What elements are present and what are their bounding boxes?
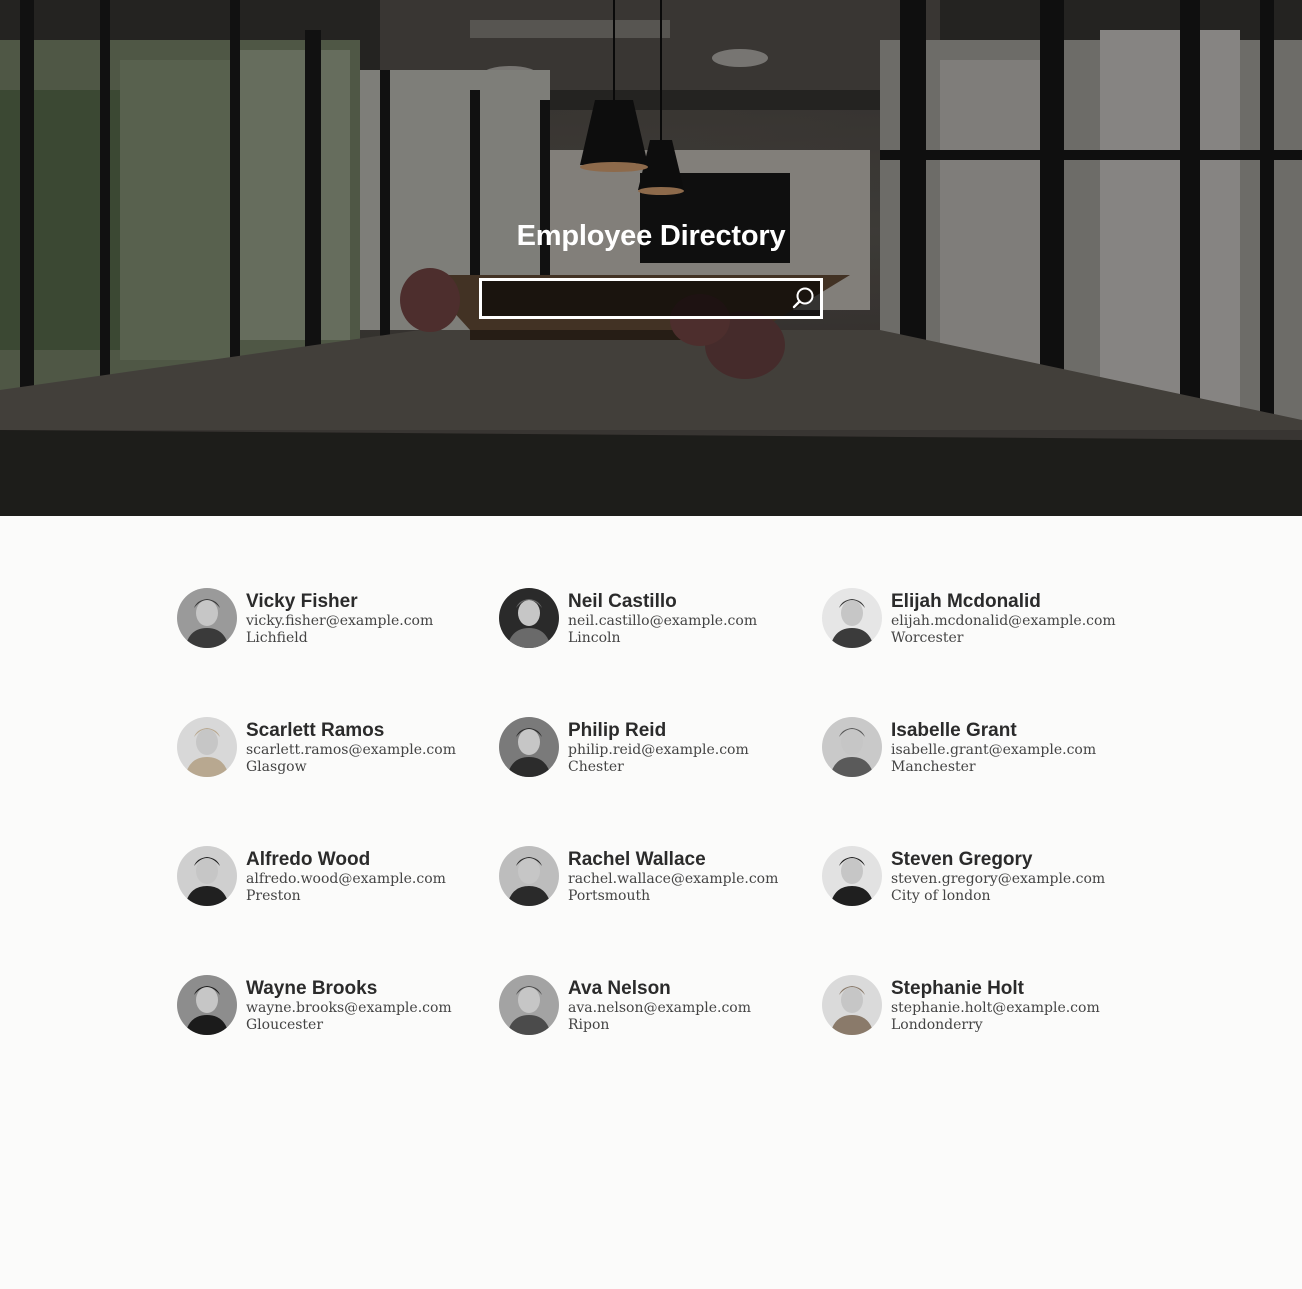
employee-city: Preston <box>246 888 301 904</box>
employee-card[interactable]: Alfredo Wood alfredo.wood@example.com Pres… <box>177 845 499 974</box>
avatar <box>177 846 237 906</box>
employee-card[interactable]: Isabelle Grant isabelle.grant@example.com… <box>822 716 1137 845</box>
employee-name: Wayne Brooks <box>246 978 378 999</box>
employee-info: Elijah Mcdonalid elijah.mcdonalid@example… <box>891 587 1116 647</box>
search-bar[interactable] <box>479 278 823 319</box>
avatar <box>822 846 882 906</box>
employee-email: stephanie.holt@example.com <box>891 1000 1100 1016</box>
employee-info: Scarlett Ramos scarlett.ramos@example.com… <box>246 716 456 776</box>
employee-card[interactable]: Ava Nelson ava.nelson@example.com Ripon <box>499 974 822 1103</box>
employee-info: Stephanie Holt stephanie.holt@example.com… <box>891 974 1100 1034</box>
employee-card[interactable]: Steven Gregory steven.gregory@example.com… <box>822 845 1137 974</box>
avatar <box>499 975 559 1035</box>
employee-email: neil.castillo@example.com <box>568 613 758 629</box>
employee-info: Rachel Wallace rachel.wallace@example.com… <box>568 845 778 905</box>
employee-email: elijah.mcdonalid@example.com <box>891 613 1116 629</box>
employee-city: Ripon <box>568 1017 610 1033</box>
employee-card[interactable]: Philip Reid philip.reid@example.com Cheste… <box>499 716 822 845</box>
employee-info: Steven Gregory steven.gregory@example.com… <box>891 845 1105 905</box>
employee-name: Vicky Fisher <box>246 591 358 612</box>
employee-name: Isabelle Grant <box>891 720 1017 741</box>
employee-card[interactable]: Stephanie Holt stephanie.holt@example.com… <box>822 974 1137 1103</box>
employee-name: Ava Nelson <box>568 978 671 999</box>
employee-name: Scarlett Ramos <box>246 720 385 741</box>
avatar <box>499 846 559 906</box>
avatar <box>822 975 882 1035</box>
employee-city: City of london <box>891 888 991 904</box>
search-input[interactable] <box>482 281 782 316</box>
employee-info: Alfredo Wood alfredo.wood@example.com Pres… <box>246 845 446 905</box>
employee-city: Londonderry <box>891 1017 983 1033</box>
employee-city: Worcester <box>891 630 964 646</box>
employee-city: Lincoln <box>568 630 621 646</box>
employee-name: Neil Castillo <box>568 591 677 612</box>
search-icon[interactable] <box>791 286 817 312</box>
employee-city: Chester <box>568 759 624 775</box>
employee-info: Philip Reid philip.reid@example.com Cheste… <box>568 716 749 776</box>
employee-info: Ava Nelson ava.nelson@example.com Ripon <box>568 974 751 1034</box>
avatar <box>177 975 237 1035</box>
employee-card[interactable]: Vicky Fisher vicky.fisher@example.com Lich… <box>177 587 499 716</box>
employee-name: Elijah Mcdonalid <box>891 591 1041 612</box>
employee-email: philip.reid@example.com <box>568 742 749 758</box>
hero-overlay <box>0 0 1302 516</box>
employee-email: isabelle.grant@example.com <box>891 742 1097 758</box>
employee-info: Isabelle Grant isabelle.grant@example.com… <box>891 716 1096 776</box>
avatar <box>177 588 237 648</box>
avatar <box>822 717 882 777</box>
employee-email: steven.gregory@example.com <box>891 871 1106 887</box>
employee-city: Portsmouth <box>568 888 651 904</box>
employee-info: Neil Castillo neil.castillo@example.com Li… <box>568 587 757 647</box>
employee-grid: Vicky Fisher vicky.fisher@example.com Lich… <box>177 587 1137 1103</box>
employee-email: alfredo.wood@example.com <box>246 871 446 887</box>
employee-email: wayne.brooks@example.com <box>246 1000 452 1016</box>
employee-info: Wayne Brooks wayne.brooks@example.com Glou… <box>246 974 452 1034</box>
employee-card[interactable]: Scarlett Ramos scarlett.ramos@example.com… <box>177 716 499 845</box>
avatar <box>177 717 237 777</box>
employee-name: Philip Reid <box>568 720 667 741</box>
avatar <box>499 588 559 648</box>
avatar <box>499 717 559 777</box>
hero-banner: Employee Directory <box>0 0 1302 516</box>
employee-name: Steven Gregory <box>891 849 1033 870</box>
employee-email: scarlett.ramos@example.com <box>246 742 456 758</box>
employee-name: Alfredo Wood <box>246 849 371 870</box>
page-title: Employee Directory <box>516 220 786 252</box>
employee-city: Gloucester <box>246 1017 324 1033</box>
employee-name: Stephanie Holt <box>891 978 1025 999</box>
employee-email: ava.nelson@example.com <box>568 1000 751 1016</box>
employee-email: rachel.wallace@example.com <box>568 871 779 887</box>
employee-city: Lichfield <box>246 630 308 646</box>
employee-card[interactable]: Elijah Mcdonalid elijah.mcdonalid@example… <box>822 587 1137 716</box>
employee-name: Rachel Wallace <box>568 849 706 870</box>
employee-city: Manchester <box>891 759 976 775</box>
employee-info: Vicky Fisher vicky.fisher@example.com Lich… <box>246 587 433 647</box>
employee-email: vicky.fisher@example.com <box>246 613 434 629</box>
employee-card[interactable]: Wayne Brooks wayne.brooks@example.com Glou… <box>177 974 499 1103</box>
employee-card[interactable]: Rachel Wallace rachel.wallace@example.com… <box>499 845 822 974</box>
avatar <box>822 588 882 648</box>
employee-card[interactable]: Neil Castillo neil.castillo@example.com Li… <box>499 587 822 716</box>
employee-city: Glasgow <box>246 759 307 775</box>
